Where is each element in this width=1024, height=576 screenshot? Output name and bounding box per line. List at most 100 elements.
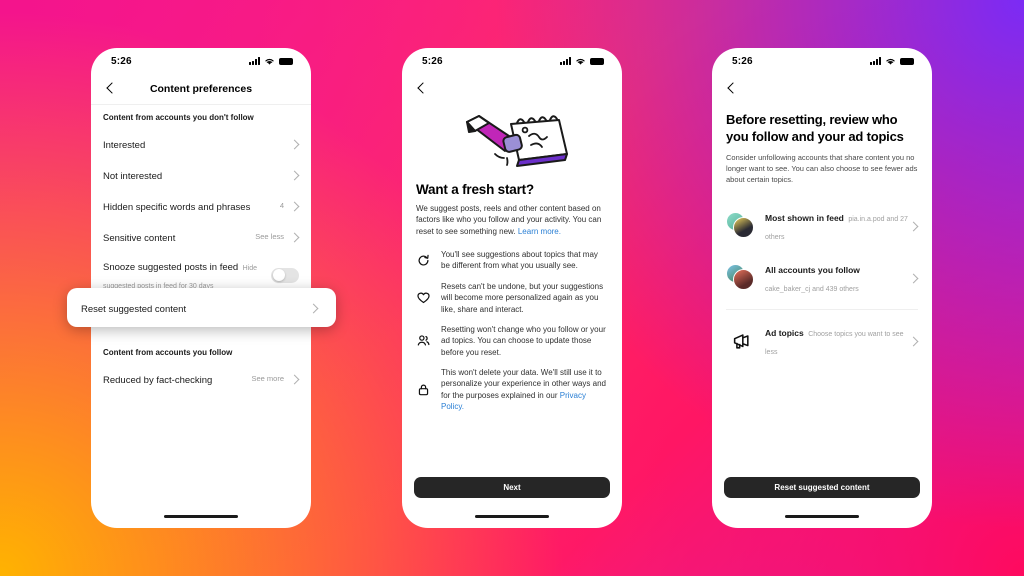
list-item-label: Interested [103,139,146,151]
cellular-signal-icon [560,57,571,65]
section-header-you-follow: Content from accounts you follow [103,348,233,357]
chevron-right-icon [290,201,299,210]
navbar-screen2 [402,74,622,104]
back-chevron-icon[interactable] [414,81,430,97]
avatar [733,217,754,239]
list-item-label: Hidden specific words and phrases [103,201,251,213]
section-header-dont-follow: Content from accounts you don't follow [103,113,254,122]
chevron-right-icon [290,139,299,148]
list-item-reduced-fact-checking[interactable]: Reduced by fact-checking See more [91,363,311,394]
row-main: Sensitive content [103,228,255,246]
status-icons [249,57,293,66]
next-button[interactable]: Next [414,477,610,498]
list-item-sensitive-content[interactable]: Sensitive content See less [91,221,311,252]
back-chevron-icon[interactable] [724,81,740,97]
battery-icon [590,57,604,65]
page-heading: Before resetting, review who you follow … [726,112,904,144]
row-main: All accounts you follow cake_baker_cj an… [765,260,909,296]
lock-icon [416,383,431,396]
chevron-right-icon [290,170,299,179]
navbar-screen3 [712,74,932,104]
list-item: You'll see suggestions about topics that… [416,249,608,272]
home-indicator [164,514,238,518]
home-indicator [475,514,549,518]
list-item-label: You'll see suggestions about topics that… [441,250,598,271]
avatar [733,269,754,291]
row-main: Hidden specific words and phrases [103,197,280,215]
avatar-stack [726,212,756,239]
list-item-label: Not interested [103,170,163,182]
list-item-label: Snooze suggested posts in feed [103,262,239,273]
learn-more-link[interactable]: Learn more. [518,227,561,236]
chevron-right-icon [290,232,299,241]
pencil-erasing-notebook-illustration [402,104,622,182]
phone-screen-before-resetting: 5:26 Before resetting, review who you fo… [712,48,932,528]
status-bar: 5:26 [402,48,622,74]
list-item-ad-topics[interactable]: Ad topics Choose topics you want to see … [712,315,932,367]
highlighted-row-reset-suggested-content[interactable]: Reset suggested content [67,288,336,327]
megaphone-icon [726,331,756,351]
page-lede: We suggest posts, reels and other conten… [416,203,608,237]
row-main: Interested [103,135,290,153]
list-item-value: See more [251,374,284,383]
wifi-icon [265,58,274,65]
list-item-interested[interactable]: Interested [91,128,311,159]
battery-icon [279,57,293,65]
people-icon [416,334,431,347]
list-item-count-badge: 4 [279,201,284,210]
list-divider [726,308,918,310]
heart-icon [416,291,431,304]
chevron-right-icon [290,374,299,383]
chevron-right-icon [909,273,918,282]
chevron-right-icon [909,221,918,230]
cta-container: Reset suggested content [712,477,932,498]
home-indicator [785,514,859,518]
navbar-screen1: Content preferences [91,74,311,104]
list-item-value: See less [255,232,284,241]
page-lede: Consider unfollowing accounts that share… [726,153,918,184]
list-item-label: Reduced by fact-checking [103,374,213,386]
list-item-hidden-words[interactable]: Hidden specific words and phrases 4 [91,190,311,221]
reset-suggested-content-button[interactable]: Reset suggested content [724,477,920,498]
list-item-label: All accounts you follow [765,264,860,275]
list-item-all-accounts-you-follow[interactable]: All accounts you follow cake_baker_cj an… [712,252,932,304]
status-time: 5:26 [732,55,753,67]
status-time: 5:26 [422,55,443,67]
snooze-toggle-switch[interactable] [271,267,299,283]
list-item-not-interested[interactable]: Not interested [91,159,311,190]
list-item-label: This won't delete your data. We'll still… [441,367,608,412]
row-main: Ad topics Choose topics you want to see … [765,323,909,359]
list-item: This won't delete your data. We'll still… [416,367,608,412]
row-main: Not interested [103,166,290,184]
phone-screen-fresh-start: 5:26 Want a fresh start? We suggest post… [402,48,622,528]
row-main: Most shown in feed pia.in.a.pod and 27 o… [765,208,909,244]
status-time: 5:26 [111,55,132,67]
chevron-right-icon [909,336,918,345]
status-icons [870,57,914,66]
list-item-label: Sensitive content [103,232,176,244]
list-item: Resets can't be undone, but your suggest… [416,281,608,315]
list-item-subtitle: cake_baker_cj and 439 others [765,285,859,293]
list-item-label: Resetting won't change who you follow or… [441,324,606,357]
list-item-label: Ad topics [765,327,804,338]
list-item-label: Resets can't be undone, but your suggest… [441,281,604,314]
benefits-list: You'll see suggestions about topics that… [416,249,608,412]
status-icons [560,57,604,66]
list-item-label: Reset suggested content [81,303,187,315]
list-item-most-shown-in-feed[interactable]: Most shown in feed pia.in.a.pod and 27 o… [712,200,932,252]
list-item: Resetting won't change who you follow or… [416,324,608,358]
cellular-signal-icon [249,57,260,65]
screen2-body: Want a fresh start? We suggest posts, re… [402,182,622,412]
avatar-stack [726,264,756,291]
screen3-body: Before resetting, review who you follow … [712,104,932,186]
list-item-label: Most shown in feed [765,212,844,223]
refresh-icon [416,254,431,267]
status-bar: 5:26 [91,48,311,74]
row-main: Reduced by fact-checking [103,370,251,388]
cellular-signal-icon [870,57,881,65]
lede-text: We suggest posts, reels and other conten… [416,204,602,236]
battery-icon [900,57,914,65]
chevron-right-icon [309,303,318,312]
page-heading: Want a fresh start? [416,182,534,197]
page-title: Content preferences [149,83,253,95]
